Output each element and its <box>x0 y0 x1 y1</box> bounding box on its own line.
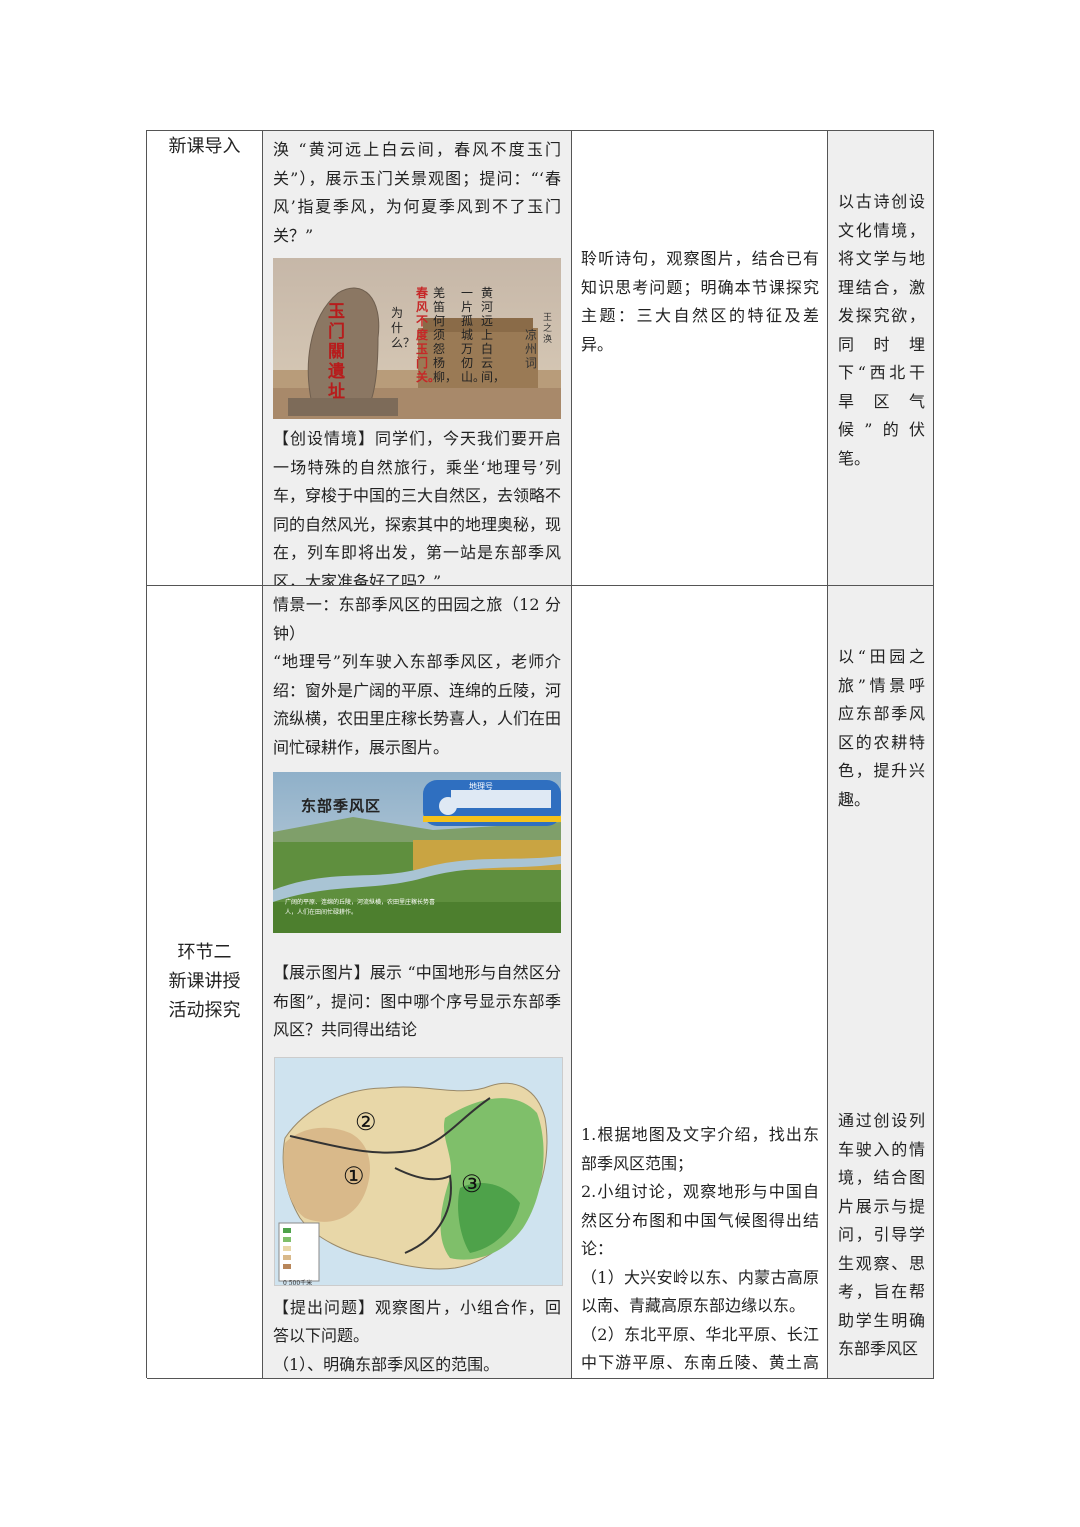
farmland-image-title: 东部季风区 <box>301 797 382 815</box>
student-activity-cell: 聆听诗句，观察图片，结合已有知识思考问题；明确本节课探究主题：三大自然区的特征及… <box>572 131 828 586</box>
design-intent-cell: 以古诗创设文化情境，将文学与地理结合，激发探究欲，同时埋下“西北干旱区气候”的伏… <box>828 131 934 586</box>
student-activity-cell-2: 1.根据地图及文字介绍，找出东部季风区范围； 2.小组讨论，观察地形与中国自然区… <box>572 586 828 1379</box>
scenario-tag: 【创设情境】 <box>273 429 375 448</box>
train-label: 地理号 <box>469 782 493 791</box>
question-paragraph: 【提出问题】观察图片，小组合作，回答以下问题。 <box>273 1294 561 1351</box>
scenario-paragraph: 【创设情境】同学们，今天我们要开启一场特殊的自然旅行，乘坐‘地理号’列车，穿梭于… <box>273 425 562 586</box>
student-activity-item-4: （2）东北平原、华北平原、长江中下游平原、东南丘陵、黄土高原、四川盆地、云贵高原… <box>581 1324 819 1373</box>
stage-line-2: 新课讲授 <box>168 971 241 992</box>
question-item-1: （1）、明确东部季风区的范围。 <box>273 1354 500 1374</box>
map-marker-2: ② <box>355 1107 377 1136</box>
map-scale: 0 500千米 <box>283 1279 313 1286</box>
poem-author: 王之涣 <box>543 313 553 345</box>
stage-cell-teaching: 环节二 新课讲授 活动探究 <box>147 586 263 1379</box>
farmland-image: 东部季风区 地理号 广阔的平原、连绵的丘陵，河流纵横，农田里庄稼长势喜人，人们在… <box>273 772 561 933</box>
design-intent-text-1: 以“田园之旅”情景呼应东部季风区的农耕特色，提升兴趣。 <box>838 647 925 809</box>
design-intent-cell-2: 以“田园之旅”情景呼应东部季风区的农耕特色，提升兴趣。 通过创设列车驶入的情境，… <box>828 586 934 1379</box>
teacher-activity-cell-2: 情景一：东部季风区的田园之旅（12 分钟） “地理号”列车驶入东部季风区，老师介… <box>263 586 572 1379</box>
scene-intro: “地理号”列车驶入东部季风区，老师介绍：窗外是广阔的平原、连绵的丘陵，河流纵横，… <box>273 652 562 757</box>
map-marker-3: ③ <box>461 1169 483 1198</box>
student-activity-item-1: 1.根据地图及文字介绍，找出东部季风区范围； <box>581 1125 819 1173</box>
stage-label: 新课导入 <box>168 136 241 157</box>
design-intent-text: 以古诗创设文化情境，将文学与地理结合，激发探究欲，同时埋下“西北干旱区气候”的伏… <box>838 192 925 468</box>
student-activity-item-2: 2.小组讨论，观察地形与中国自然区分布图和中国气候图得出结论： <box>581 1182 819 1258</box>
stage-line-3: 活动探究 <box>168 1000 241 1021</box>
teacher-text: 涣 “黄河远上白云间，春风不度玉门关”），展示玉门关景观图；提问：“‘春风’指夏… <box>273 140 561 245</box>
lesson-plan-table: 新课导入 涣 “黄河远上白云间，春风不度玉门关”），展示玉门关景观图；提问：“‘… <box>146 130 934 1379</box>
poem-title: 凉州词 <box>525 328 538 370</box>
yumenguan-image: 玉门關遺址 凉州词 王之涣 黄河远上白云间， 一片孤城万仞山。 羌笛何须怨杨柳，… <box>273 258 561 419</box>
student-activity-item-3: （1）大兴安岭以东、内蒙古高原以南、青藏高原东部边缘以东。 <box>581 1267 819 1316</box>
scene-title: 情景一：东部季风区的田园之旅（12 分钟） <box>273 595 561 643</box>
map-marker-1: ① <box>343 1161 365 1190</box>
farmland-image-caption: 广阔的平原、连绵的丘陵，河流纵横，农田里庄稼长势喜人，人们在田间忙碌耕作。 <box>285 899 436 916</box>
scenario-text: 同学们，今天我们要开启一场特殊的自然旅行，乘坐‘地理号’列车，穿梭于中国的三大自… <box>273 429 562 586</box>
show-tag: 【展示图片】 <box>273 963 370 982</box>
question-tag: 【提出问题】 <box>273 1297 375 1317</box>
poem-line-2: 一片孤城万仞山。 <box>461 286 486 384</box>
stage-cell-intro: 新课导入 <box>147 131 263 586</box>
stone-inscription: 玉门關遺址 <box>328 302 345 402</box>
stage-line-1: 环节二 <box>177 942 232 963</box>
poem-line-4: 春风不度玉门关。 <box>416 286 441 384</box>
student-activity-text: 聆听诗句，观察图片，结合已有知识思考问题；明确本节课探究主题：三大自然区的特征及… <box>581 249 819 354</box>
china-map-image: ① ② ③ 0 500千米 <box>274 1056 563 1286</box>
design-intent-text-2: 通过创设列车驶入的情境，结合图片展示与提问，引导学生观察、思考，旨在帮助学生明确… <box>838 1111 925 1358</box>
teacher-activity-cell: 涣 “黄河远上白云间，春风不度玉门关”），展示玉门关景观图；提问：“‘春风’指夏… <box>263 131 572 586</box>
china-map-illustration <box>275 1057 562 1285</box>
show-paragraph: 【展示图片】展示 “中国地形与自然区分布图”，提问：图中哪个序号显示东部季风区？… <box>273 959 561 1045</box>
poem-question: 为什么？ <box>391 306 416 350</box>
